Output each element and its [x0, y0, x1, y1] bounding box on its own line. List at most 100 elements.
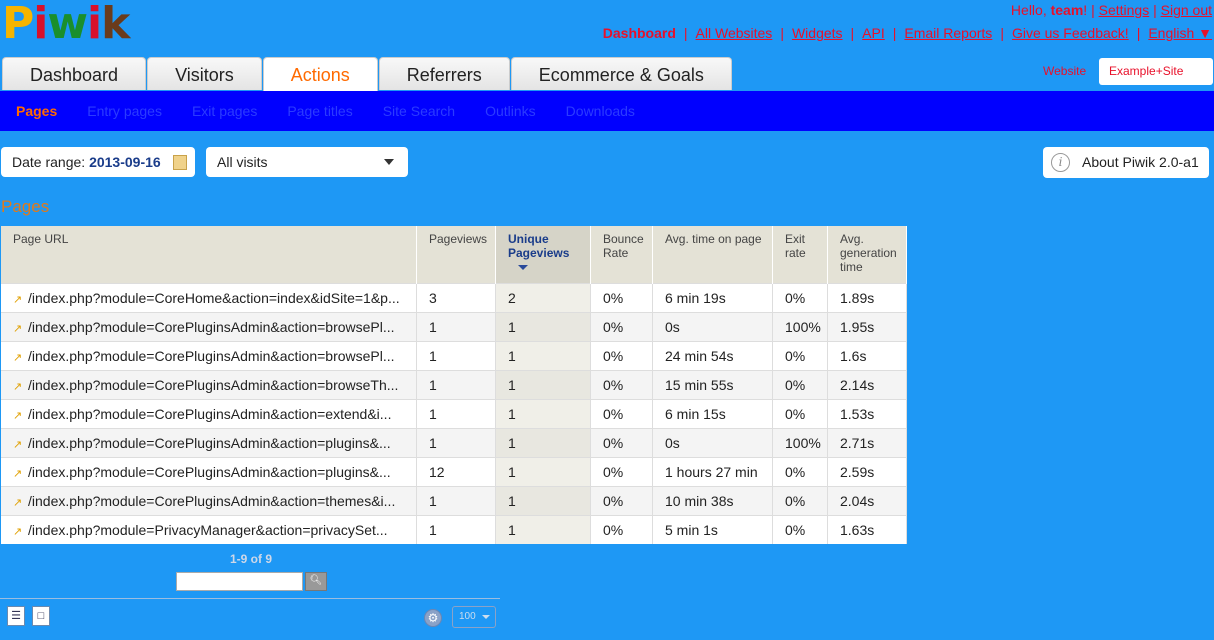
- tab-visitors[interactable]: Visitors: [147, 57, 262, 90]
- tab-actions[interactable]: Actions: [262, 57, 378, 92]
- metric-cell: 1: [416, 370, 496, 400]
- segment-select[interactable]: All visits: [206, 147, 408, 177]
- tab-referrers[interactable]: Referrers: [378, 57, 510, 90]
- table-row[interactable]: ↗ /index.php?module=CorePluginsAdmin&acti…: [1, 428, 907, 458]
- subnav-exit-pages[interactable]: Exit pages: [192, 103, 257, 119]
- table-row[interactable]: ↗ /index.php?module=CorePluginsAdmin&acti…: [1, 457, 907, 487]
- page-url-cell: ↗ /index.php?module=CorePluginsAdmin&acti…: [1, 370, 417, 400]
- column-header-avg-time[interactable]: Avg. time on page: [652, 226, 773, 284]
- cell-value: 1: [508, 377, 516, 393]
- search-icon[interactable]: 🔍︎: [305, 572, 327, 591]
- site-selector[interactable]: Example+Site: [1099, 58, 1213, 85]
- limit-select[interactable]: 100: [452, 606, 496, 628]
- cell-value[interactable]: /index.php?module=CorePluginsAdmin&actio…: [28, 348, 395, 364]
- cell-value[interactable]: /index.php?module=PrivacyManager&action=…: [28, 522, 388, 538]
- column-header-bounce-rate[interactable]: Bounce Rate: [590, 226, 653, 284]
- nav-widgets[interactable]: Widgets: [792, 25, 843, 41]
- cell-value[interactable]: /index.php?module=CorePluginsAdmin&actio…: [28, 435, 391, 451]
- about-piwik-button[interactable]: i About Piwik 2.0-a1: [1043, 147, 1209, 178]
- metric-cell: 1: [495, 428, 591, 458]
- table-row[interactable]: ↗ /index.php?module=CorePluginsAdmin&acti…: [1, 312, 907, 342]
- tab-ecommerce-goals[interactable]: Ecommerce & Goals: [510, 57, 732, 90]
- subnav-site-search[interactable]: Site Search: [383, 103, 455, 119]
- cell-value[interactable]: /index.php?module=CorePluginsAdmin&actio…: [28, 493, 395, 509]
- cell-value: 0%: [603, 435, 624, 451]
- column-header-page-url[interactable]: Page URL: [1, 226, 417, 284]
- cell-value: 100%: [785, 435, 821, 451]
- footer-divider: [0, 598, 500, 599]
- logo-letter: P: [2, 0, 34, 49]
- page-url-cell: ↗ /index.php?module=CorePluginsAdmin&acti…: [1, 341, 417, 371]
- external-link-icon[interactable]: ↗: [13, 351, 23, 364]
- pagination-info: 1-9 of 9: [230, 552, 273, 566]
- cell-value: 0%: [785, 522, 806, 538]
- metric-cell: 1: [416, 428, 496, 458]
- column-label: Pageviews: [429, 232, 488, 246]
- metric-cell: 1: [495, 399, 591, 429]
- table-row[interactable]: ↗ /index.php?module=CorePluginsAdmin&acti…: [1, 341, 907, 371]
- cell-value: 1: [429, 406, 437, 422]
- subnav-pages[interactable]: Pages: [16, 103, 57, 119]
- cell-value: 0%: [603, 464, 624, 480]
- cell-value: 1.6s: [840, 348, 867, 364]
- external-link-icon[interactable]: ↗: [13, 409, 23, 422]
- page-url-cell: ↗ /index.php?module=CorePluginsAdmin&acti…: [1, 457, 417, 487]
- metric-cell: 0%: [590, 399, 653, 429]
- subnav-downloads[interactable]: Downloads: [566, 103, 635, 119]
- column-header-unique-pageviews[interactable]: Unique Pageviews: [495, 226, 591, 284]
- metric-cell: 0%: [590, 312, 653, 342]
- nav-email-reports[interactable]: Email Reports: [904, 25, 992, 41]
- cell-value: 3: [429, 290, 437, 306]
- metric-cell: 1: [416, 341, 496, 371]
- table-row[interactable]: ↗ /index.php?module=CoreHome&action=index…: [1, 283, 907, 313]
- export-icon[interactable]: □: [32, 606, 50, 626]
- column-header-avg-generation-time[interactable]: Avg. generation time: [827, 226, 907, 284]
- nav-dashboard[interactable]: Dashboard: [603, 25, 676, 41]
- table-icon[interactable]: ☰: [7, 606, 25, 626]
- cell-value[interactable]: /index.php?module=CoreHome&action=index&…: [28, 290, 400, 306]
- table-row[interactable]: ↗ /index.php?module=CorePluginsAdmin&acti…: [1, 399, 907, 429]
- cell-value[interactable]: /index.php?module=CorePluginsAdmin&actio…: [28, 464, 391, 480]
- logo-letter: k: [101, 0, 130, 49]
- signout-link[interactable]: Sign out: [1161, 2, 1212, 18]
- sort-desc-icon: [518, 265, 528, 271]
- metric-cell: 1: [416, 399, 496, 429]
- table-row[interactable]: ↗ /index.php?module=PrivacyManager&action…: [1, 515, 907, 544]
- subnav-outlinks[interactable]: Outlinks: [485, 103, 536, 119]
- cell-value[interactable]: /index.php?module=CorePluginsAdmin&actio…: [28, 319, 395, 335]
- language-select[interactable]: English ▼: [1148, 25, 1212, 41]
- external-link-icon[interactable]: ↗: [13, 380, 23, 393]
- gear-icon[interactable]: ⚙: [424, 609, 442, 627]
- column-label: Exit rate: [785, 232, 806, 260]
- date-range-picker[interactable]: Date range: 2013-09-16: [1, 147, 195, 177]
- external-link-icon[interactable]: ↗: [13, 438, 23, 451]
- subnav-page-titles[interactable]: Page titles: [287, 103, 352, 119]
- cell-value: 0%: [785, 290, 806, 306]
- tab-dashboard[interactable]: Dashboard: [2, 57, 147, 90]
- cell-value: 1: [429, 377, 437, 393]
- subnav-entry-pages[interactable]: Entry pages: [87, 103, 162, 119]
- cell-value: 1: [429, 522, 437, 538]
- nav-api[interactable]: API: [862, 25, 885, 41]
- page-url-cell: ↗ /index.php?module=CorePluginsAdmin&acti…: [1, 486, 417, 516]
- cell-value[interactable]: /index.php?module=CorePluginsAdmin&actio…: [28, 406, 391, 422]
- external-link-icon[interactable]: ↗: [13, 322, 23, 335]
- cell-value: 0%: [603, 406, 624, 422]
- table-row[interactable]: ↗ /index.php?module=CorePluginsAdmin&acti…: [1, 486, 907, 516]
- external-link-icon[interactable]: ↗: [13, 525, 23, 538]
- column-header-exit-rate[interactable]: Exit rate: [772, 226, 828, 284]
- cell-value[interactable]: /index.php?module=CorePluginsAdmin&actio…: [28, 377, 398, 393]
- table-search-input[interactable]: [176, 572, 303, 591]
- column-header-pageviews[interactable]: Pageviews: [416, 226, 496, 284]
- table-row[interactable]: ↗ /index.php?module=CorePluginsAdmin&acti…: [1, 370, 907, 400]
- external-link-icon[interactable]: ↗: [13, 293, 23, 306]
- nav-all-websites[interactable]: All Websites: [696, 25, 773, 41]
- external-link-icon[interactable]: ↗: [13, 467, 23, 480]
- piwik-logo[interactable]: Piwik: [2, 0, 130, 49]
- metric-cell: 2: [495, 283, 591, 313]
- nav-feedback[interactable]: Give us Feedback!: [1012, 25, 1129, 41]
- external-link-icon[interactable]: ↗: [13, 496, 23, 509]
- metric-cell: 0%: [772, 399, 828, 429]
- metric-cell: 0%: [590, 457, 653, 487]
- settings-link[interactable]: Settings: [1099, 2, 1150, 18]
